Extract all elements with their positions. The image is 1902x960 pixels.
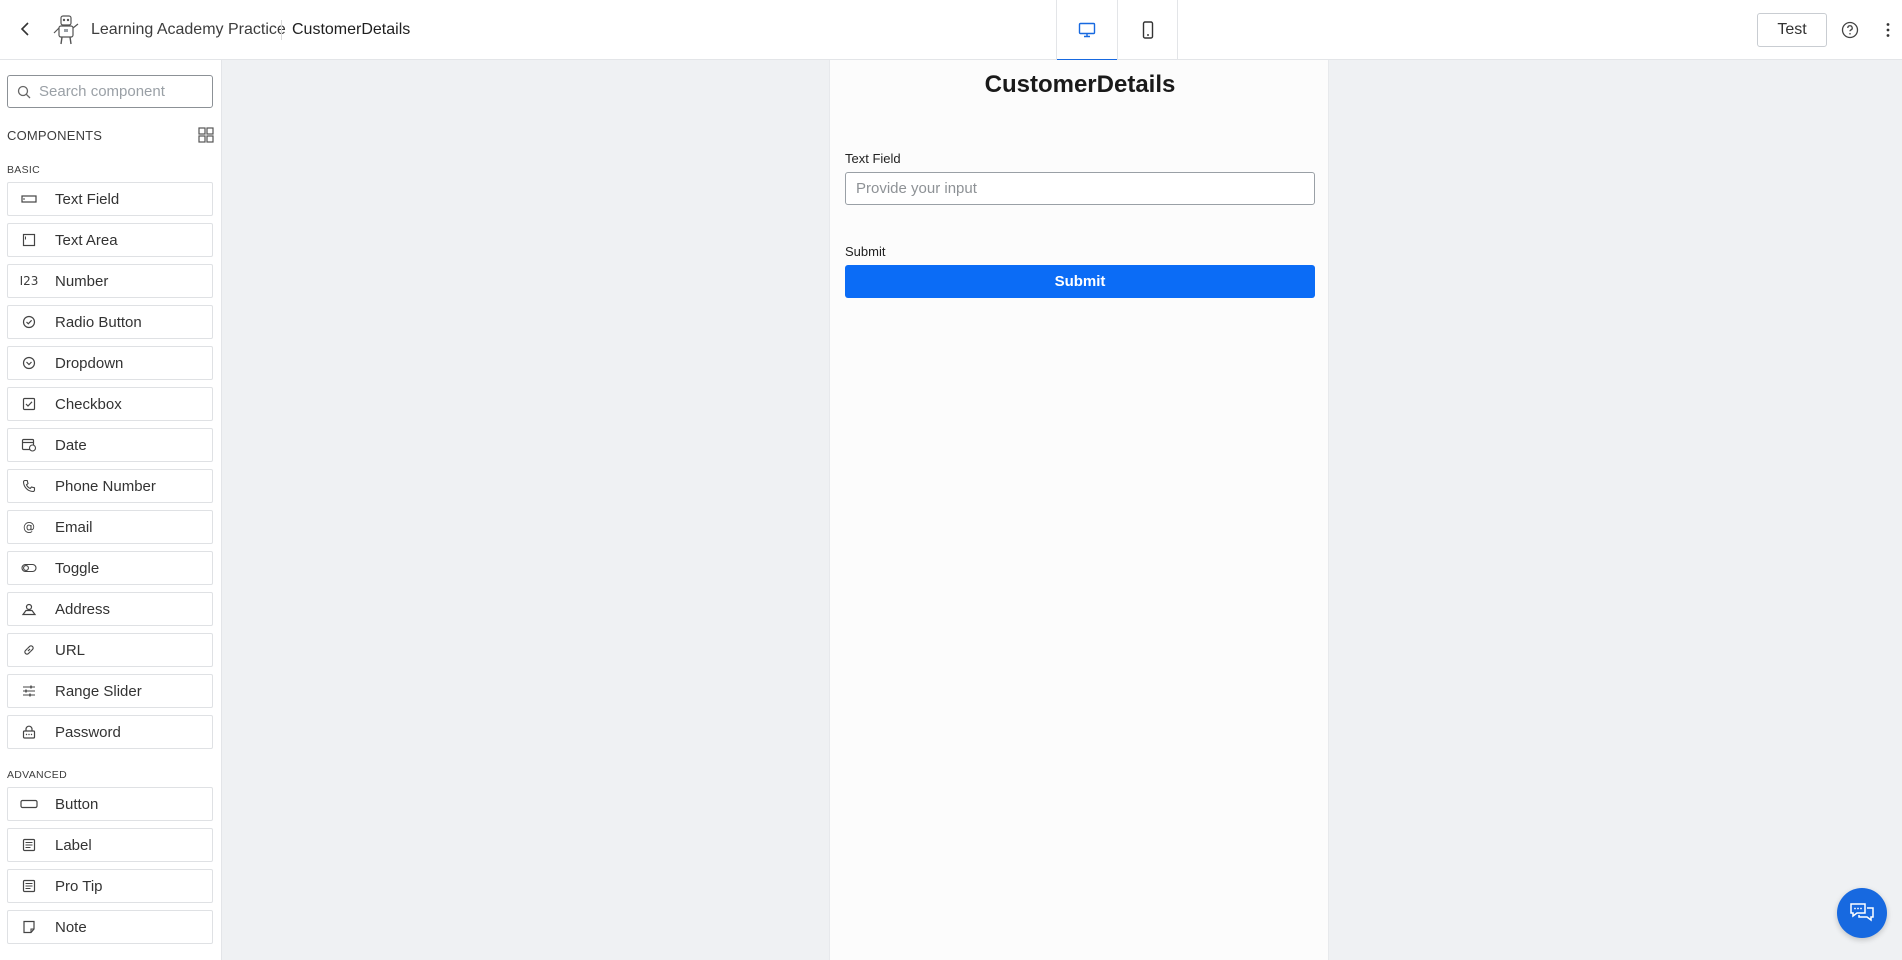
pro-tip-icon xyxy=(19,876,39,896)
app-name[interactable]: Learning Academy Practice xyxy=(91,21,286,39)
number-icon: I23 xyxy=(19,274,39,288)
components-sidebar: COMPONENTS BASIC Text Field Text Area I2… xyxy=(0,60,222,960)
text-area-icon xyxy=(19,230,39,250)
component-radio-button[interactable]: Radio Button xyxy=(7,305,213,339)
component-label: Note xyxy=(55,918,87,936)
desktop-view-button[interactable] xyxy=(1057,0,1117,61)
component-phone-number[interactable]: Phone Number xyxy=(7,469,213,503)
password-icon xyxy=(19,722,39,742)
component-label: Text Field xyxy=(55,190,120,208)
desktop-icon xyxy=(1078,22,1096,38)
checkbox-icon xyxy=(19,394,39,414)
form-title[interactable]: CustomerDetails xyxy=(830,71,1330,99)
dropdown-icon xyxy=(19,353,39,373)
button-icon xyxy=(19,794,39,814)
component-label: Address xyxy=(55,600,111,618)
toggle-icon xyxy=(19,558,39,578)
search-input[interactable] xyxy=(39,76,209,107)
radio-button-icon xyxy=(19,312,39,332)
component-label: Text Area xyxy=(55,231,118,249)
component-url[interactable]: URL xyxy=(7,633,213,667)
search-icon xyxy=(17,85,31,99)
component-toggle[interactable]: Toggle xyxy=(7,551,213,585)
component-label-item[interactable]: Label xyxy=(7,828,213,862)
more-options-icon[interactable] xyxy=(1878,20,1898,40)
component-text-area[interactable]: Text Area xyxy=(7,223,213,257)
components-header: COMPONENTS xyxy=(7,128,103,143)
component-label: Date xyxy=(55,436,87,454)
range-slider-icon xyxy=(19,681,39,701)
component-number[interactable]: I23 Number xyxy=(7,264,213,298)
help-icon[interactable] xyxy=(1840,20,1860,40)
test-button[interactable]: Test xyxy=(1757,13,1827,47)
chat-support-button[interactable] xyxy=(1837,888,1887,938)
text-field-label: Text Field xyxy=(845,151,901,166)
text-field-input[interactable] xyxy=(845,172,1315,205)
advanced-group-label: ADVANCED xyxy=(7,769,67,781)
view-mode-toggle xyxy=(1056,0,1178,61)
component-label: Number xyxy=(55,272,109,290)
date-icon xyxy=(19,435,39,455)
link-icon xyxy=(19,640,39,660)
form-canvas[interactable]: CustomerDetails Text Field Submit Submit xyxy=(829,60,1329,960)
page-title: CustomerDetails xyxy=(292,21,411,38)
top-bar: Learning Academy Practice CustomerDetail… xyxy=(0,0,1902,61)
component-label: Radio Button xyxy=(55,313,142,331)
grid-view-icon[interactable] xyxy=(198,127,214,143)
component-label: Button xyxy=(55,795,99,813)
back-arrow-icon[interactable] xyxy=(14,18,36,40)
component-checkbox[interactable]: Checkbox xyxy=(7,387,213,421)
component-label: Range Slider xyxy=(55,682,142,700)
component-label: Phone Number xyxy=(55,477,156,495)
component-label: Pro Tip xyxy=(55,877,103,895)
submit-field-label: Submit xyxy=(845,244,886,259)
email-icon: @ xyxy=(23,520,35,534)
note-icon xyxy=(19,917,39,937)
component-label: Label xyxy=(55,836,92,854)
component-pro-tip[interactable]: Pro Tip xyxy=(7,869,213,903)
component-dropdown[interactable]: Dropdown xyxy=(7,346,213,380)
basic-group-label: BASIC xyxy=(7,164,41,176)
component-label: Toggle xyxy=(55,559,100,577)
mobile-view-button[interactable] xyxy=(1117,0,1177,60)
component-email[interactable]: @ Email xyxy=(7,510,213,544)
search-box xyxy=(7,75,213,108)
component-password[interactable]: Password xyxy=(7,715,213,749)
text-field-icon xyxy=(19,189,39,209)
component-label: Password xyxy=(55,723,121,741)
chat-icon xyxy=(1850,903,1874,922)
app-logo-icon xyxy=(52,14,80,46)
breadcrumb-divider xyxy=(281,20,282,40)
phone-icon xyxy=(19,476,39,496)
component-date[interactable]: Date xyxy=(7,428,213,462)
component-label: URL xyxy=(55,641,86,659)
component-button[interactable]: Button xyxy=(7,787,213,821)
label-icon xyxy=(19,835,39,855)
component-note[interactable]: Note xyxy=(7,910,213,944)
component-label: Checkbox xyxy=(55,395,122,413)
component-address[interactable]: Address xyxy=(7,592,213,626)
component-label: Dropdown xyxy=(55,354,124,372)
submit-button[interactable]: Submit xyxy=(845,265,1315,298)
component-range-slider[interactable]: Range Slider xyxy=(7,674,213,708)
component-text-field[interactable]: Text Field xyxy=(7,182,213,216)
address-icon xyxy=(19,599,39,619)
mobile-icon xyxy=(1142,21,1153,39)
component-label: Email xyxy=(55,518,93,536)
